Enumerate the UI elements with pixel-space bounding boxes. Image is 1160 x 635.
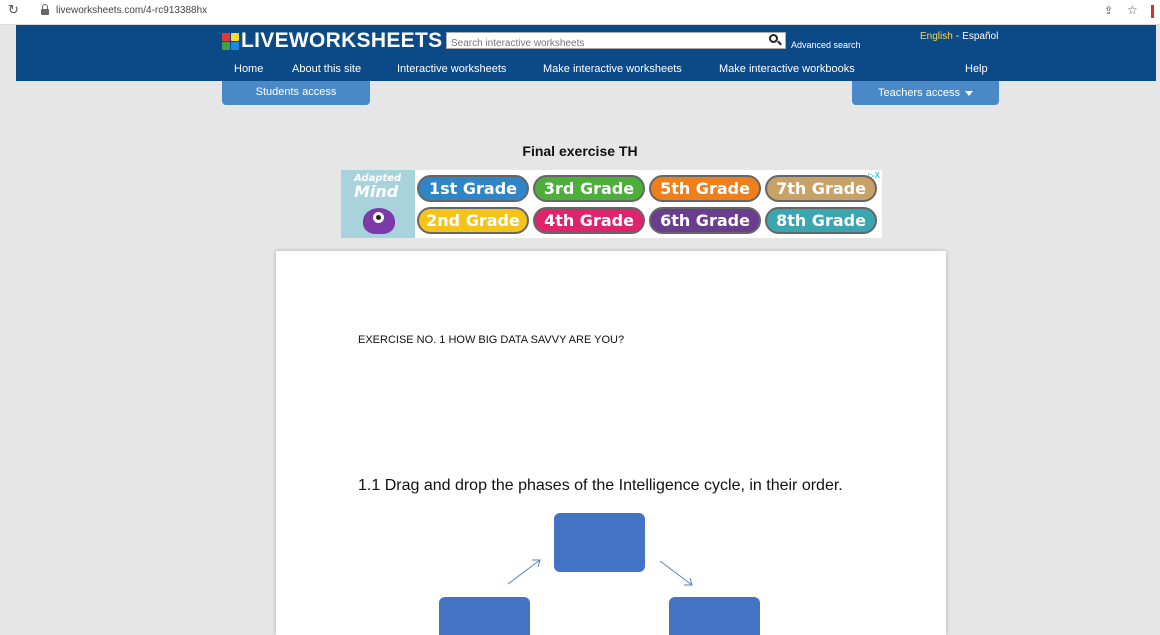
nav-about[interactable]: About this site [292, 63, 361, 75]
teachers-access-button[interactable]: Teachers access [852, 81, 999, 105]
grade-button-8[interactable]: 8th Grade [765, 207, 877, 234]
search-input[interactable] [447, 36, 762, 51]
extension-icon[interactable] [1151, 5, 1154, 18]
ad-banner[interactable]: Adapted Mind ▷X 1st Grade 3rd Grade 5th … [341, 170, 882, 238]
lang-espanol-link[interactable]: Español [962, 31, 998, 42]
url-field[interactable]: liveworksheets.com/4-rc913388hx [56, 5, 207, 16]
logo-mark-icon [222, 32, 239, 50]
lang-separator: - [955, 31, 960, 42]
site-logo[interactable]: LIVEWORKSHEETS [222, 28, 442, 54]
teachers-access-label: Teachers access [878, 87, 960, 99]
reload-icon[interactable]: ↻ [8, 3, 19, 18]
grade-button-4[interactable]: 4th Grade [533, 207, 645, 234]
monster-mascot-icon [363, 208, 395, 234]
page-title: Final exercise TH [522, 143, 638, 159]
grade-button-3[interactable]: 3rd Grade [533, 175, 645, 202]
grade-button-7[interactable]: 7th Grade [765, 175, 877, 202]
drop-zone-right[interactable] [669, 597, 760, 635]
instruction-text: 1.1 Drag and drop the phases of the Inte… [358, 477, 843, 494]
students-access-button[interactable]: Students access [222, 81, 370, 105]
nav-home[interactable]: Home [234, 63, 263, 75]
arrow-up-right-icon [507, 559, 541, 585]
cycle-arrows [507, 559, 693, 586]
grade-button-1[interactable]: 1st Grade [417, 175, 529, 202]
nav-make-workbooks[interactable]: Make interactive workbooks [719, 63, 855, 75]
search-box [446, 32, 786, 51]
bookmark-star-icon[interactable]: ☆ [1127, 3, 1138, 17]
grade-button-6[interactable]: 6th Grade [649, 207, 761, 234]
nav-help[interactable]: Help [965, 63, 988, 75]
grade-button-2[interactable]: 2nd Grade [417, 207, 529, 234]
browser-address-bar: ↻ liveworksheets.com/4-rc913388hx ⇪ ☆ [0, 0, 1160, 25]
drop-zone-left[interactable] [439, 597, 530, 635]
ad-brand-line2: Mind [354, 182, 399, 201]
lock-icon[interactable] [41, 4, 49, 16]
nav-interactive-worksheets[interactable]: Interactive worksheets [397, 63, 506, 75]
ad-brand-logo: Adapted Mind [341, 170, 415, 238]
drop-zone-top[interactable] [554, 513, 645, 572]
share-icon[interactable]: ⇪ [1104, 4, 1113, 17]
arrow-down-right-icon [659, 560, 693, 586]
nav-make-worksheets[interactable]: Make interactive worksheets [543, 63, 682, 75]
lang-english-link[interactable]: English [920, 31, 953, 42]
grade-button-5[interactable]: 5th Grade [649, 175, 761, 202]
advanced-search-link[interactable]: Advanced search [791, 40, 861, 50]
search-icon[interactable] [767, 33, 783, 48]
logo-text: LIVEWORKSHEETS [241, 29, 443, 52]
caret-down-icon [964, 90, 973, 96]
worksheet-page: EXERCISE NO. 1 HOW BIG DATA SAVVY ARE YO… [276, 251, 946, 635]
exercise-heading: EXERCISE NO. 1 HOW BIG DATA SAVVY ARE YO… [358, 334, 625, 346]
language-switcher: English - Español [920, 31, 998, 42]
students-access-label: Students access [255, 86, 337, 98]
